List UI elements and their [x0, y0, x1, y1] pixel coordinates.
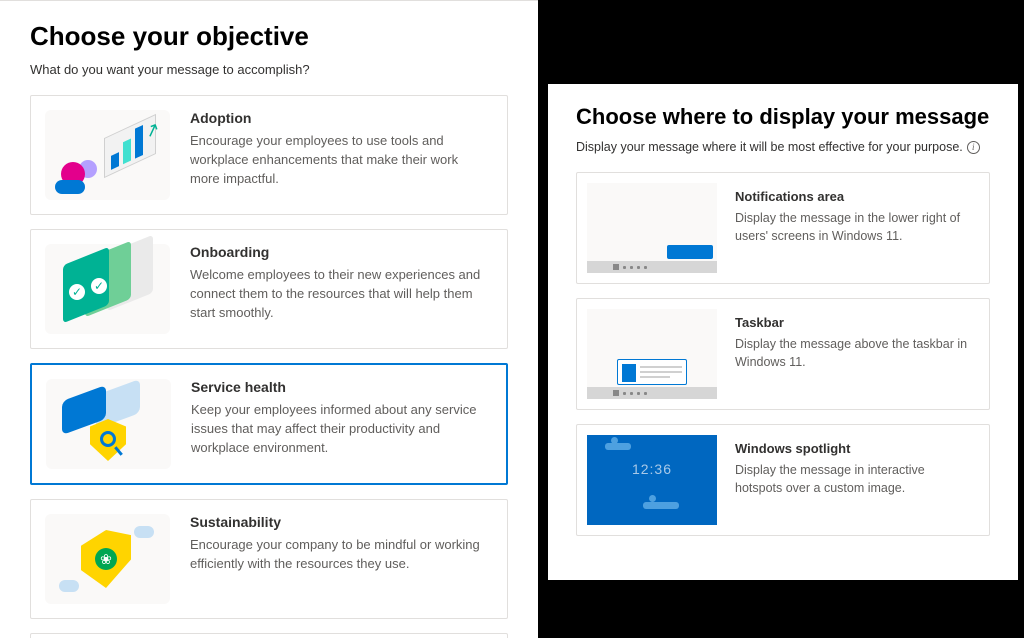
- objective-card-service-health[interactable]: Service health Keep your employees infor…: [30, 363, 508, 485]
- objective-card-title: Service health: [191, 379, 488, 395]
- spotlight-time: 12:36: [587, 461, 717, 477]
- placement-card-title: Windows spotlight: [735, 435, 975, 456]
- adoption-illustration: ↗: [45, 110, 170, 200]
- onboarding-illustration: ✓✓: [45, 244, 170, 334]
- spotlight-thumbnail: 12:36: [587, 435, 717, 525]
- objective-panel: Choose your objective What do you want y…: [0, 0, 538, 638]
- taskbar-thumbnail: [587, 309, 717, 399]
- placement-card-desc: Display the message in the lower right o…: [735, 210, 975, 245]
- objective-card-desc: Encourage your company to be mindful or …: [190, 536, 489, 574]
- sustainability-illustration: ❀: [45, 514, 170, 604]
- placement-card-notifications-area[interactable]: Notifications area Display the message i…: [576, 172, 990, 284]
- objective-card-title: Sustainability: [190, 514, 489, 530]
- objective-card-desc: Encourage your employees to use tools an…: [190, 132, 489, 189]
- objective-card-desc: Welcome employees to their new experienc…: [190, 266, 489, 323]
- placement-title: Choose where to display your message: [576, 104, 990, 130]
- objective-title: Choose your objective: [30, 21, 508, 52]
- objective-card-onboarding[interactable]: ✓✓ Onboarding Welcome employees to their…: [30, 229, 508, 349]
- objective-card-title: Adoption: [190, 110, 489, 126]
- objective-card-desc: Keep your employees informed about any s…: [191, 401, 488, 458]
- placement-card-title: Notifications area: [735, 183, 975, 204]
- placement-card-taskbar[interactable]: Taskbar Display the message above the ta…: [576, 298, 990, 410]
- placement-card-desc: Display the message in interactive hotsp…: [735, 462, 975, 497]
- placement-card-windows-spotlight[interactable]: 12:36 Windows spotlight Display the mess…: [576, 424, 990, 536]
- placement-card-desc: Display the message above the taskbar in…: [735, 336, 975, 371]
- service-health-illustration: [46, 379, 171, 469]
- objective-card-sustainability[interactable]: ❀ Sustainability Encourage your company …: [30, 499, 508, 619]
- notifications-thumbnail: [587, 183, 717, 273]
- objective-card-adoption[interactable]: ↗ Adoption Encourage your employees to u…: [30, 95, 508, 215]
- info-icon[interactable]: i: [967, 141, 980, 154]
- objective-card-tech-updates[interactable]: ✓ Tech updates: [30, 633, 508, 638]
- placement-card-title: Taskbar: [735, 309, 975, 330]
- objective-card-title: Onboarding: [190, 244, 489, 260]
- objective-subtitle: What do you want your message to accompl…: [30, 62, 508, 77]
- placement-subtitle-text: Display your message where it will be mo…: [576, 140, 963, 154]
- placement-panel: Choose where to display your message Dis…: [548, 84, 1018, 580]
- placement-subtitle: Display your message where it will be mo…: [576, 140, 990, 154]
